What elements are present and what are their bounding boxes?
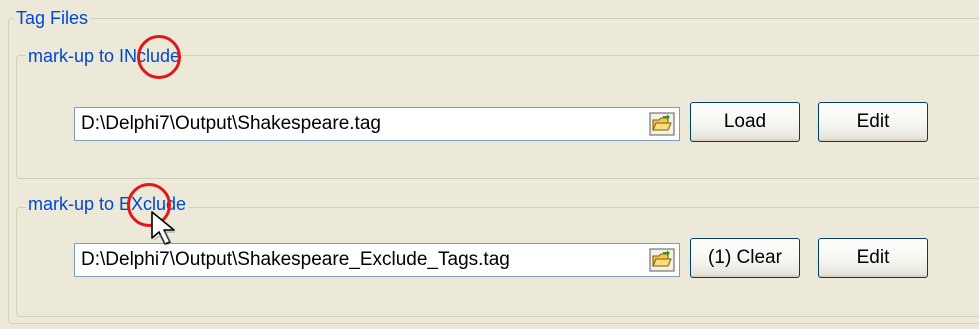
- exclude-path-text: D:\Delphi7\Output\Shakespeare_Exclude_Ta…: [81, 249, 510, 270]
- include-path-field[interactable]: D:\Delphi7\Output\Shakespeare.tag: [74, 107, 680, 141]
- exclude-path-field[interactable]: D:\Delphi7\Output\Shakespeare_Exclude_Ta…: [74, 243, 680, 277]
- folder-open-icon[interactable]: [649, 248, 675, 272]
- load-button[interactable]: Load: [690, 102, 800, 142]
- exclude-group-title: mark-up to EXclude: [26, 194, 189, 214]
- include-path-text: D:\Delphi7\Output\Shakespeare.tag: [81, 113, 381, 134]
- tag-files-title: Tag Files: [14, 8, 91, 28]
- folder-open-icon[interactable]: [649, 112, 675, 136]
- include-edit-button[interactable]: Edit: [818, 102, 928, 142]
- exclude-edit-button[interactable]: Edit: [818, 238, 928, 278]
- clear-button[interactable]: (1) Clear: [690, 238, 800, 278]
- include-group-title: mark-up to INclude: [26, 46, 183, 66]
